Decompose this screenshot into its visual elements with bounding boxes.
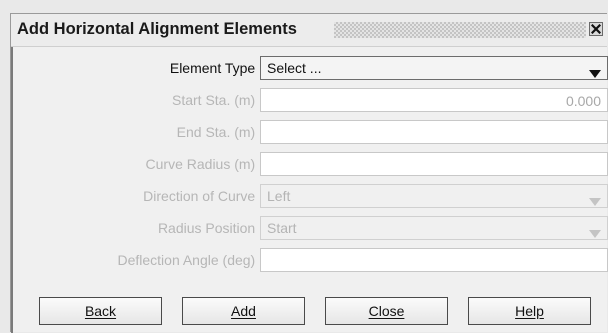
deflection-angle-input[interactable] <box>260 248 608 272</box>
add-button[interactable]: Add <box>182 297 305 325</box>
start-sta-value: 0.000 <box>565 93 601 109</box>
start-sta-label: Start Sta. (m) : <box>171 92 263 108</box>
curve-radius-input[interactable] <box>260 152 608 176</box>
back-button-label: Back <box>84 303 117 319</box>
chevron-down-icon <box>589 65 601 81</box>
add-button-label: Add <box>231 303 256 319</box>
deflection-angle-label: Deflection Angle (deg) : <box>117 252 263 268</box>
curve-radius-label: Curve Radius (m) : <box>145 156 263 172</box>
element-type-row: Element Type : Select ... <box>11 56 608 80</box>
direction-of-curve-row: Direction of Curve : Left <box>11 184 608 208</box>
end-sta-input[interactable] <box>260 120 608 144</box>
element-type-value: Select ... <box>267 60 322 76</box>
back-button[interactable]: Back <box>39 297 162 325</box>
button-bar: Back Add Close Help <box>11 297 608 327</box>
chevron-down-icon <box>589 225 601 241</box>
radius-position-label: Radius Position : <box>157 220 263 236</box>
direction-of-curve-select[interactable]: Left <box>260 184 608 208</box>
element-type-label: Element Type : <box>169 60 263 76</box>
radius-position-select[interactable]: Start <box>260 216 608 240</box>
radius-position-row: Radius Position : Start <box>11 216 608 240</box>
end-sta-label: End Sta. (m) : <box>176 124 263 140</box>
dialog-window: Add Horizontal Alignment Elements Elemen… <box>10 13 608 333</box>
end-sta-row: End Sta. (m) : <box>11 120 608 144</box>
titlebar-drag-area[interactable] <box>334 22 586 38</box>
dialog-titlebar[interactable]: Add Horizontal Alignment Elements <box>11 14 607 47</box>
element-type-select[interactable]: Select ... <box>260 56 608 80</box>
curve-radius-row: Curve Radius (m) : <box>11 152 608 176</box>
direction-of-curve-value: Left <box>267 188 291 204</box>
radius-position-value: Start <box>267 220 297 236</box>
start-sta-row: Start Sta. (m) : 0.000 <box>11 88 608 112</box>
start-sta-input[interactable]: 0.000 <box>260 88 608 112</box>
deflection-angle-row: Deflection Angle (deg) : <box>11 248 608 272</box>
help-button[interactable]: Help <box>468 297 591 325</box>
close-icon[interactable] <box>589 22 603 36</box>
dialog-title: Add Horizontal Alignment Elements <box>17 20 297 38</box>
direction-of-curve-label: Direction of Curve : <box>143 188 263 204</box>
close-button[interactable]: Close <box>325 297 448 325</box>
chevron-down-icon <box>589 193 601 209</box>
close-button-label: Close <box>368 303 405 319</box>
help-button-label: Help <box>515 303 544 319</box>
